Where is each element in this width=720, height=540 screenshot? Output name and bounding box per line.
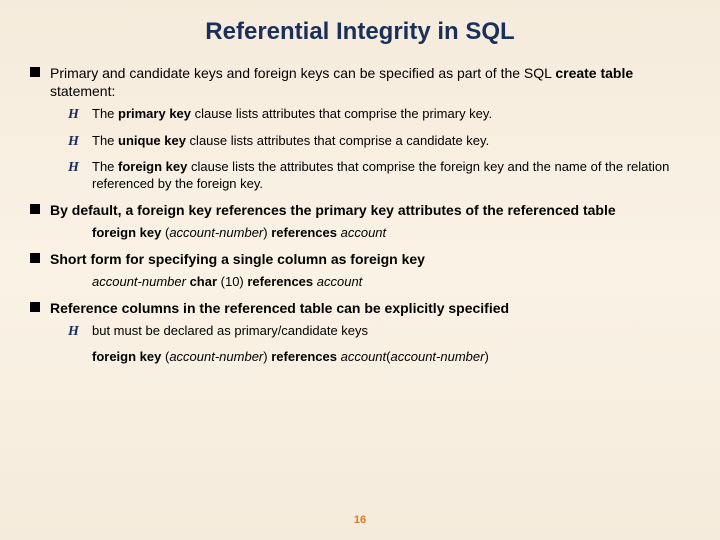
text-italic: account-number — [92, 274, 186, 289]
text-italic: account — [317, 274, 363, 289]
square-bullet-icon — [30, 253, 40, 263]
square-bullet-icon — [30, 67, 40, 77]
slide-title: Referential Integrity in SQL — [30, 18, 690, 46]
text-italic: account-number — [391, 349, 485, 364]
text-bold: foreign key — [92, 225, 165, 240]
text-bold: char — [186, 274, 221, 289]
text-italic: account-number — [169, 349, 263, 364]
text: clause lists attributes that comprise th… — [191, 106, 492, 121]
square-bullet-icon — [30, 204, 40, 214]
bullet-1-text: Primary and candidate keys and foreign k… — [50, 64, 690, 100]
text: statement: — [50, 83, 115, 99]
page-number: 16 — [0, 514, 720, 526]
script-bullet-icon: H — [68, 323, 82, 341]
script-bullet-icon: H — [68, 133, 82, 151]
script-bullet-icon: H — [68, 106, 82, 124]
bullet-2: By default, a foreign key references the… — [30, 201, 690, 219]
text-bold: foreign key — [92, 349, 165, 364]
bullet-1a-text: The primary key clause lists attributes … — [92, 106, 492, 123]
bullet-4-text: Reference columns in the referenced tabl… — [50, 299, 509, 317]
text-bold: Reference columns in the referenced tabl… — [50, 300, 509, 316]
slide-content: Referential Integrity in SQL Primary and… — [0, 0, 720, 366]
text-bold: Short form for specifying a single colum… — [50, 251, 425, 267]
text: Primary and candidate keys and foreign k… — [50, 65, 555, 81]
script-bullet-icon: H — [68, 159, 82, 177]
bullet-3: Short form for specifying a single colum… — [30, 250, 690, 268]
text: The — [92, 106, 118, 121]
bullet-2-code: foreign key (account-number) references … — [92, 225, 690, 242]
bullet-1a: H The primary key clause lists attribute… — [68, 106, 690, 124]
bullet-3-text: Short form for specifying a single colum… — [50, 250, 425, 268]
text-bold: primary key — [118, 106, 191, 121]
text-bold: references — [271, 349, 340, 364]
square-bullet-icon — [30, 302, 40, 312]
text-italic: account-number — [169, 225, 263, 240]
text: ) — [484, 349, 488, 364]
text-bold: By default, a foreign key references the… — [50, 202, 616, 218]
text-bold: unique key — [118, 133, 186, 148]
bullet-4: Reference columns in the referenced tabl… — [30, 299, 690, 317]
text-bold: references — [271, 225, 340, 240]
text: The — [92, 133, 118, 148]
bullet-4a-text: but must be declared as primary/candidat… — [92, 323, 368, 340]
text-bold: foreign key — [118, 159, 187, 174]
text: clause lists attributes that comprise a … — [186, 133, 489, 148]
text-bold: references — [247, 274, 316, 289]
text: (10) — [221, 274, 248, 289]
bullet-1c-text: The foreign key clause lists the attribu… — [92, 159, 690, 193]
bullet-1c: H The foreign key clause lists the attri… — [68, 159, 690, 193]
text-bold: create table — [555, 65, 633, 81]
bullet-1b: H The unique key clause lists attributes… — [68, 133, 690, 151]
bullet-3-code: account-number char (10) references acco… — [92, 274, 690, 291]
bullet-1: Primary and candidate keys and foreign k… — [30, 64, 690, 100]
bullet-4a: H but must be declared as primary/candid… — [68, 323, 690, 341]
bullet-1b-text: The unique key clause lists attributes t… — [92, 133, 489, 150]
bullet-2-text: By default, a foreign key references the… — [50, 201, 616, 219]
text-italic: account — [341, 349, 387, 364]
text-italic: account — [341, 225, 387, 240]
bullet-4-code: foreign key (account-number) references … — [92, 349, 690, 366]
text: The — [92, 159, 118, 174]
